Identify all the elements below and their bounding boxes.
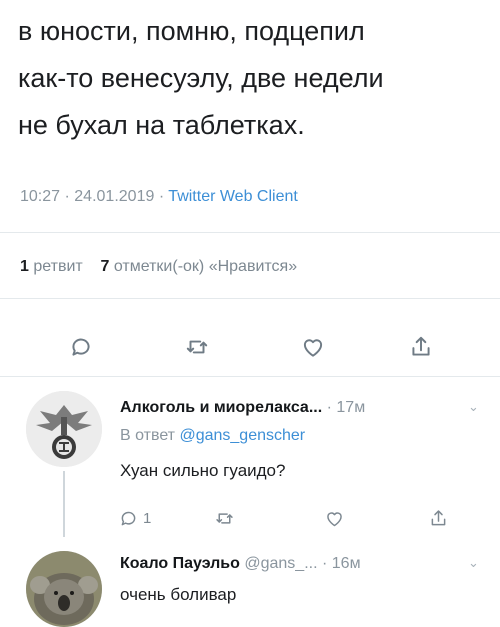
share-button[interactable] <box>404 330 438 364</box>
reply-age: 17м <box>336 399 366 416</box>
retweet-icon <box>186 340 208 354</box>
tweet-stats: 1 ретвит 7 отметки(-ок) «Нравится» <box>20 258 297 276</box>
reply-button[interactable] <box>64 330 98 364</box>
share-icon <box>431 509 446 525</box>
retweet-button[interactable] <box>180 330 214 364</box>
reply-to-handle[interactable]: @gans_genscher <box>179 427 305 444</box>
reply-author-name[interactable]: Коало Пауэльо <box>120 555 240 572</box>
share-button[interactable] <box>428 505 449 531</box>
retweets-label: ретвит <box>33 258 83 275</box>
like-icon <box>327 511 342 526</box>
reply-header: Алкоголь и миорелакса... · 17м <box>120 399 366 416</box>
reply-action-bar: 1 <box>0 505 500 531</box>
caret-down-icon[interactable]: ⌄ <box>468 555 479 571</box>
tweet-text: в юности, помню, подцепил как-то венесуэ… <box>18 8 488 149</box>
tweet-action-bar <box>0 330 500 364</box>
retweet-button[interactable] <box>214 505 235 531</box>
tweet-meta: 10:27 · 24.01.2019 · Twitter Web Client <box>20 188 298 205</box>
caret-down-icon[interactable]: ⌄ <box>468 399 479 415</box>
reply-age: 16м <box>331 555 361 572</box>
avatar[interactable] <box>26 551 102 627</box>
reply-text: очень боливар <box>120 585 237 604</box>
retweets-stat[interactable]: 1 ретвит <box>20 258 83 275</box>
like-button[interactable] <box>324 505 345 531</box>
reply-author-name[interactable]: Алкоголь и миорелакса... <box>120 399 322 416</box>
likes-count: 7 <box>100 258 110 275</box>
tweet-date: 24.01.2019 <box>74 188 155 205</box>
reply-tweet[interactable]: Коало Пауэльо @gans_... · 16м ⌄ очень бо… <box>0 537 500 627</box>
reply-tweet[interactable]: Алкоголь и миорелакса... · 17м ⌄ В ответ… <box>0 377 500 537</box>
koala-photo <box>26 551 102 627</box>
reply-to-prefix: В ответ <box>120 427 176 444</box>
retweet-icon <box>216 512 233 524</box>
share-icon <box>412 336 430 356</box>
reply-icon <box>121 511 136 525</box>
retweets-count: 1 <box>20 258 29 275</box>
tweet-client-link[interactable]: Twitter Web Client <box>168 188 298 205</box>
reply-author-handle[interactable]: @gans_... <box>244 555 317 572</box>
tweet-time: 10:27 <box>20 188 61 205</box>
reply-header: Коало Пауэльо @gans_... · 16м <box>120 555 361 572</box>
avatar[interactable] <box>26 391 102 467</box>
reply-text: Хуан сильно гуаидо? <box>120 461 286 480</box>
reply-to-line: В ответ @gans_genscher <box>120 427 305 445</box>
divider <box>0 298 500 299</box>
divider <box>0 232 500 233</box>
eagle-emblem-image <box>26 391 102 467</box>
reply-button[interactable]: 1 <box>118 505 151 531</box>
likes-label: отметки(-ок) «Нравится» <box>113 258 298 275</box>
like-button[interactable] <box>296 330 330 364</box>
reply-count: 1 <box>143 509 152 527</box>
tweet-line: в юности, помню, подцепил <box>18 16 365 46</box>
tweet-line: не бухал на таблетках. <box>18 110 305 140</box>
likes-stat[interactable]: 7 отметки(-ок) «Нравится» <box>101 258 298 275</box>
tweet-line: как-то венесуэлу, две недели <box>18 63 384 93</box>
reply-icon <box>72 338 90 356</box>
like-icon <box>303 339 323 357</box>
